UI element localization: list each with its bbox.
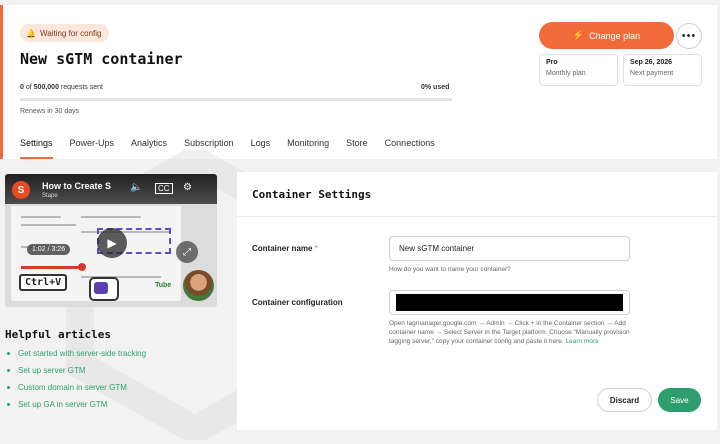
article-link[interactable]: Set up GA in server GTM	[7, 400, 146, 409]
bell-icon: 🔔	[26, 28, 36, 38]
article-link[interactable]: Get started with server-side tracking	[7, 349, 146, 358]
change-plan-label: Change plan	[589, 30, 641, 41]
page-title: New sGTM container	[20, 50, 183, 68]
helpful-articles-list: Get started with server-side tracking Se…	[7, 349, 146, 417]
video-channel: Stape	[42, 193, 58, 199]
article-link[interactable]: Custom domain in server GTM	[7, 383, 146, 392]
bullet-icon	[7, 403, 10, 406]
video-watermark: Tube	[155, 282, 172, 289]
container-settings-card: Container Settings Container name * How …	[237, 172, 717, 430]
container-name-hint: How do you want to name your container?	[389, 266, 511, 273]
change-plan-button[interactable]: ⚡ Change plan	[539, 22, 674, 49]
article-link-label: Set up server GTM	[18, 366, 86, 375]
settings-title: Container Settings	[252, 188, 372, 201]
article-link-label: Custom domain in server GTM	[18, 383, 127, 392]
usage-of: of	[25, 84, 32, 91]
play-icon[interactable]: ▶	[97, 228, 127, 258]
video-scrubber[interactable]	[78, 263, 86, 271]
more-horizontal-icon: •••	[681, 30, 697, 42]
usage-progress-bar	[20, 98, 452, 101]
expand-icon[interactable]: ⤢	[176, 241, 198, 263]
tab-store[interactable]: Store	[346, 138, 368, 164]
next-payment-label: Next payment	[630, 70, 674, 77]
settings-icon[interactable]: ⚙	[183, 182, 192, 193]
usage-text: 0 of 500,000 requests sent	[20, 84, 103, 91]
discard-button[interactable]: Discard	[597, 388, 652, 412]
more-options-button[interactable]: •••	[676, 23, 702, 49]
plan-value: Pro	[546, 59, 558, 66]
tab-settings[interactable]: Settings	[20, 138, 53, 164]
video-time: 1:02 / 3:26	[27, 244, 71, 255]
lightning-icon: ⚡	[572, 30, 585, 40]
container-name-label: Container name *	[252, 244, 318, 253]
video-overlay-text: Ctrl+V	[19, 274, 68, 291]
captions-icon[interactable]: CC	[155, 183, 173, 194]
bullet-icon	[7, 369, 10, 372]
tab-connections[interactable]: Connections	[385, 138, 435, 164]
container-config-label: Container configuration	[252, 298, 343, 307]
learn-more-link[interactable]: Learn more	[565, 338, 598, 345]
save-button[interactable]: Save	[658, 388, 701, 412]
presenter-avatar	[183, 270, 214, 301]
usage-used: 0	[20, 84, 24, 91]
video-title: How to Create S	[42, 181, 112, 191]
article-link[interactable]: Set up server GTM	[7, 366, 146, 375]
usage-limit: 500,000	[33, 84, 59, 91]
bullet-icon	[7, 352, 10, 355]
next-payment-value: Sep 26, 2026	[630, 59, 673, 66]
usage-percent: 0% used	[421, 84, 450, 91]
status-badge: 🔔 Waiting for config	[20, 24, 110, 42]
article-link-label: Set up GA in server GTM	[18, 400, 108, 409]
video-line	[81, 216, 141, 218]
volume-icon[interactable]: 🔈	[130, 182, 142, 193]
video-line	[21, 216, 61, 218]
usage-suffix: requests sent	[60, 84, 103, 91]
video-app-icon	[89, 277, 119, 301]
status-badge-label: Waiting for config	[39, 28, 102, 38]
container-config-hint: Open tagmanager.google.com → Admin → Cli…	[389, 319, 630, 346]
plan-label: Monthly plan	[546, 70, 586, 77]
video-progress	[21, 266, 81, 269]
redacted-config-value	[396, 294, 623, 311]
stape-logo-icon: S	[12, 181, 30, 199]
next-payment-box: Sep 26, 2026 Next payment	[623, 54, 702, 86]
bullet-icon	[7, 386, 10, 389]
container-config-input[interactable]	[389, 290, 630, 315]
article-link-label: Get started with server-side tracking	[18, 349, 147, 358]
helpful-articles-title: Helpful articles	[5, 328, 111, 341]
container-name-label-text: Container name	[252, 244, 313, 253]
plan-box: Pro Monthly plan	[539, 54, 618, 86]
video-line	[21, 224, 76, 226]
renews-text: Renews in 30 days	[20, 108, 80, 115]
container-name-input[interactable]	[389, 236, 630, 261]
required-mark: *	[314, 244, 318, 253]
tutorial-video[interactable]: S How to Create S Stape 🔈 CC ⚙ 1:02 / 3:…	[5, 174, 217, 307]
container-header: 🔔 Waiting for config New sGTM container …	[0, 5, 717, 159]
divider	[237, 216, 717, 217]
